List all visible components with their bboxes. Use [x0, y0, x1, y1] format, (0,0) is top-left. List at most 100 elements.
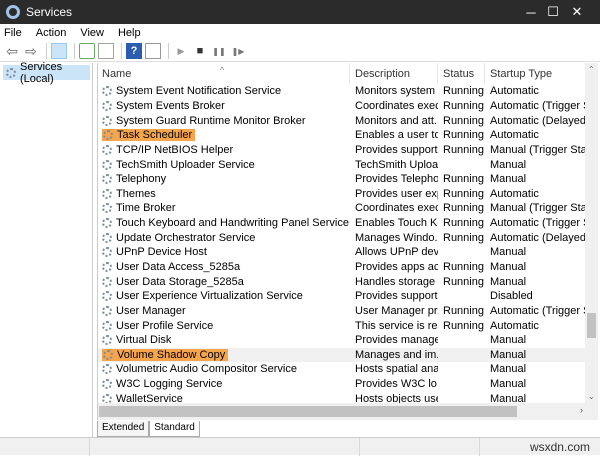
service-name: Themes	[116, 187, 156, 200]
service-name: User Experience Virtualization Service	[116, 290, 303, 303]
tree-item-services-local[interactable]: Services (Local)	[3, 61, 90, 85]
scroll-right-icon[interactable]: ›	[580, 405, 583, 415]
service-description: Enables a user to ...	[355, 129, 438, 142]
stop-service-icon[interactable]: ■	[192, 43, 208, 59]
table-row[interactable]: User Data Access_5285a Provides apps ac.…	[98, 260, 586, 275]
status-cell	[0, 438, 90, 456]
table-row[interactable]: Telephony Provides Telepho... Running Ma…	[98, 172, 586, 187]
show-hide-console-tree-icon[interactable]	[51, 43, 67, 59]
service-startup-type: Automatic	[490, 85, 539, 98]
menu-view[interactable]: View	[80, 27, 104, 39]
menu-file[interactable]: File	[4, 27, 22, 39]
table-row[interactable]: TCP/IP NetBIOS Helper Provides support .…	[98, 143, 586, 158]
console-tree: Services (Local)	[1, 61, 93, 437]
horizontal-scrollbar[interactable]: ›	[98, 403, 598, 420]
menu-help[interactable]: Help	[118, 27, 141, 39]
service-name-cell: Themes	[98, 188, 350, 200]
service-startup-type: Manual	[490, 363, 527, 376]
service-name-cell: User Data Access_5285a	[98, 261, 350, 273]
table-row[interactable]: User Experience Virtualization Service P…	[98, 289, 586, 304]
service-description: Provides apps ac...	[355, 261, 438, 273]
table-row[interactable]: TechSmith Uploader Service TechSmith Upl…	[98, 157, 586, 172]
service-name-cell: Telephony	[98, 173, 350, 185]
column-label: Name	[102, 67, 132, 80]
column-header-name[interactable]: Name ^	[98, 63, 350, 84]
table-row[interactable]: Volume Shadow Copy Manages and im... Man…	[98, 347, 586, 363]
service-name-cell: User Data Storage_5285a	[98, 276, 350, 288]
service-startup-type: Automatic (Delayed Sta	[490, 231, 586, 244]
service-name-wrap: User Experience Virtualization Service	[102, 290, 303, 302]
service-name: Task Scheduler	[117, 129, 193, 142]
tab-extended[interactable]: Extended	[97, 421, 150, 437]
service-name-wrap: Virtual Disk	[102, 334, 171, 346]
service-name: User Manager	[116, 304, 186, 317]
scrollbar-thumb[interactable]	[99, 406, 517, 417]
close-button[interactable]: ✕	[554, 0, 600, 24]
service-name-cell: W3C Logging Service	[98, 378, 350, 390]
service-status: Running	[443, 231, 484, 244]
table-row[interactable]: W3C Logging Service Provides W3C lo... M…	[98, 377, 586, 392]
table-row[interactable]: Themes Provides user exp... Running Auto…	[98, 186, 586, 201]
table-row[interactable]: User Data Storage_5285a Handles storage …	[98, 274, 586, 289]
table-row[interactable]: Task Scheduler Enables a user to ... Run…	[98, 128, 586, 143]
properties-icon[interactable]	[145, 43, 161, 59]
service-startup-type: Automatic (Trigger Start	[490, 217, 586, 230]
vertical-scrollbar[interactable]: ⌃ ⌄	[585, 63, 598, 403]
scroll-up-icon[interactable]: ⌃	[588, 65, 595, 74]
gear-icon	[102, 247, 112, 258]
pause-service-icon[interactable]: ❚❚	[211, 43, 227, 59]
service-name-wrap: UPnP Device Host	[102, 246, 207, 258]
service-name: System Guard Runtime Monitor Broker	[116, 114, 306, 127]
back-icon[interactable]: ⇦	[4, 43, 20, 59]
service-name-wrap: Touch Keyboard and Handwriting Panel Ser…	[102, 217, 349, 229]
watermark: wsxdn.com	[529, 440, 590, 454]
table-row[interactable]: System Event Notification Service Monito…	[98, 84, 586, 99]
table-row[interactable]: Time Broker Coordinates exec... Running …	[98, 201, 586, 216]
status-bar: wsxdn.com	[0, 437, 600, 456]
table-row[interactable]: Update Orchestrator Service Manages Wind…	[98, 230, 586, 245]
service-startup-type: Automatic (Delayed Sta	[490, 114, 586, 127]
gear-icon	[102, 86, 112, 97]
service-status: Running	[443, 173, 484, 186]
service-name: Update Orchestrator Service	[116, 231, 256, 244]
forward-icon[interactable]: ⇨	[23, 43, 39, 59]
menu-action[interactable]: Action	[36, 27, 67, 39]
scroll-down-icon[interactable]: ⌄	[588, 392, 595, 401]
help-icon[interactable]: ?	[126, 43, 142, 59]
restart-service-icon[interactable]: ❚▶	[230, 43, 246, 59]
column-header-status[interactable]: Status	[438, 63, 485, 84]
export-list-icon[interactable]	[98, 43, 114, 59]
table-row[interactable]: System Guard Runtime Monitor Broker Moni…	[98, 113, 586, 128]
table-row[interactable]: User Profile Service This service is res…	[98, 318, 586, 333]
service-name: W3C Logging Service	[116, 378, 223, 391]
tab-standard[interactable]: Standard	[149, 421, 200, 437]
service-name: System Events Broker	[116, 99, 225, 112]
service-startup-type: Automatic	[490, 319, 539, 332]
separator	[168, 43, 169, 59]
gear-icon	[102, 232, 112, 243]
table-row[interactable]: System Events Broker Coordinates exec...…	[98, 99, 586, 114]
table-row[interactable]: User Manager User Manager pr... Running …	[98, 304, 586, 319]
service-name-wrap: Time Broker	[102, 202, 176, 214]
service-startup-type: Manual (Trigger Start)	[490, 202, 586, 215]
service-description: User Manager pr...	[355, 304, 438, 317]
service-name-cell: User Profile Service	[98, 320, 350, 332]
column-header-startup-type[interactable]: Startup Type	[485, 63, 586, 84]
start-service-icon[interactable]: ▶	[173, 43, 189, 59]
list-header: Name ^ Description Status Startup Type	[98, 63, 586, 84]
table-row[interactable]: Virtual Disk Provides manage... Manual	[98, 333, 586, 348]
service-name: User Profile Service	[116, 319, 214, 332]
scrollbar-thumb[interactable]	[587, 313, 596, 338]
table-row[interactable]: Touch Keyboard and Handwriting Panel Ser…	[98, 216, 586, 231]
service-status: Running	[443, 304, 484, 317]
gear-icon	[103, 130, 113, 141]
service-status: Running	[443, 129, 484, 142]
service-name: TCP/IP NetBIOS Helper	[116, 143, 234, 156]
service-name: Telephony	[116, 173, 167, 186]
column-header-description[interactable]: Description	[350, 63, 438, 84]
table-row[interactable]: Volumetric Audio Compositor Service Host…	[98, 362, 586, 377]
service-name-wrap: System Events Broker	[102, 100, 225, 112]
services-list: Name ^ Description Status Startup Type Sy…	[97, 63, 598, 420]
refresh-icon[interactable]	[79, 43, 95, 59]
table-row[interactable]: UPnP Device Host Allows UPnP devi... Man…	[98, 245, 586, 260]
